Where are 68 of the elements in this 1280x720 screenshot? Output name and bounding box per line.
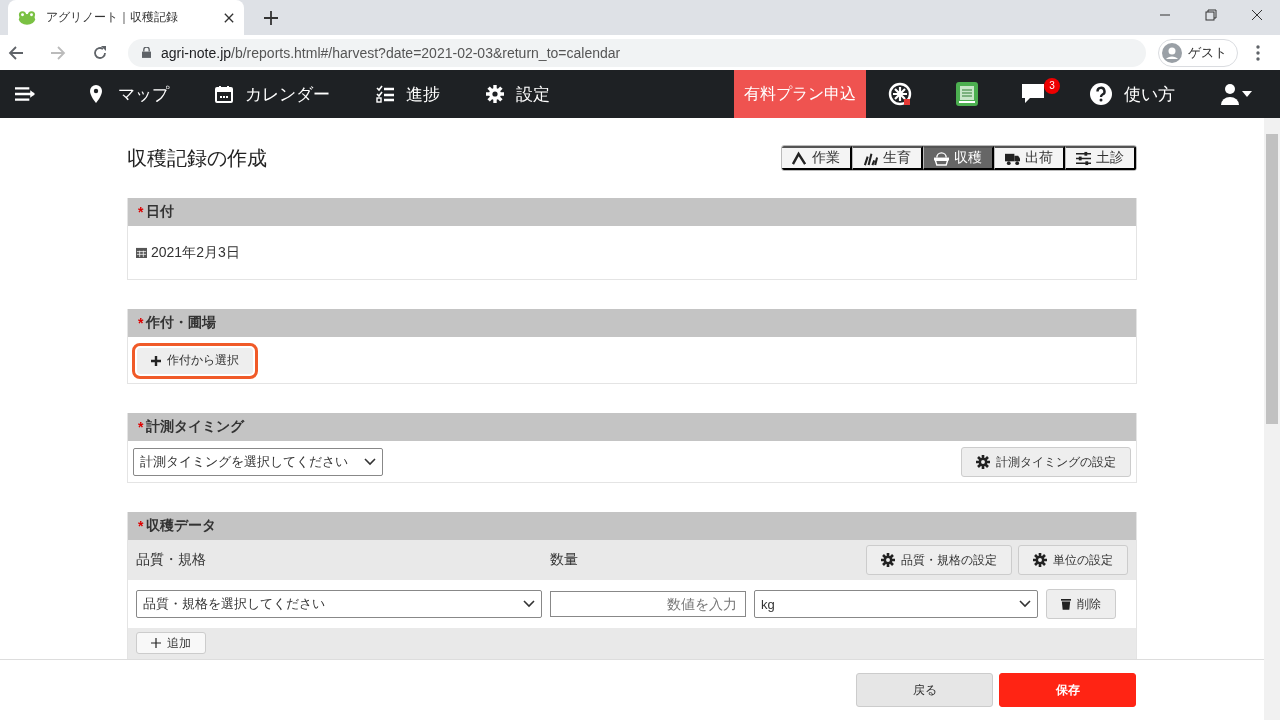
calendar-icon <box>136 247 147 258</box>
chevron-down-icon <box>364 458 376 466</box>
frog-icon <box>18 10 36 25</box>
date-value: 2021年2月3日 <box>151 243 240 262</box>
address-field[interactable]: agri-note.jp/b/reports.html#/harvest?date=2021-02-03&return_to=calendar <box>128 38 1146 67</box>
more-icon[interactable] <box>1256 44 1260 61</box>
nav-link[interactable]: マップ <box>64 70 191 118</box>
delete-button[interactable]: 削除 <box>1046 589 1116 619</box>
settings-button[interactable]: 単位の設定 <box>1018 545 1128 575</box>
settings-icon <box>486 85 504 103</box>
timing-settings-button[interactable]: 計測タイミングの設定 <box>961 447 1131 477</box>
nav-link[interactable]: カレンダー <box>191 70 352 118</box>
settings-icon <box>881 553 895 567</box>
add-button[interactable]: 追加 <box>136 632 206 654</box>
required-asterisk: * <box>138 419 144 435</box>
quantity-field[interactable]: 数値を入力 <box>550 591 746 617</box>
back-icon[interactable] <box>8 44 24 61</box>
required-asterisk: * <box>138 315 144 331</box>
help-icon <box>1090 83 1112 105</box>
dropdown[interactable]: 品質・規格を選択してください <box>136 590 542 618</box>
user-menu-icon[interactable] <box>1221 83 1253 105</box>
notification-badge: 3 <box>1044 78 1060 94</box>
tab-title: アグリノート｜収穫記録 <box>46 9 179 26</box>
required-asterisk: * <box>138 518 144 534</box>
nav-link[interactable]: 進捗 <box>352 70 462 118</box>
required-asterisk: * <box>138 204 144 220</box>
basket-icon <box>934 150 949 166</box>
chevron-down-icon <box>523 600 535 608</box>
menu-icon[interactable] <box>15 86 36 102</box>
close-icon[interactable] <box>224 12 234 23</box>
report-tab[interactable]: 土診 <box>1065 146 1136 170</box>
column-header: 品質・規格 <box>136 551 207 569</box>
save-button[interactable]: 保存 <box>999 673 1136 707</box>
dropdown[interactable]: kg <box>754 590 1038 618</box>
settings-icon <box>1033 553 1047 567</box>
plus-icon <box>151 355 161 366</box>
report-tab[interactable]: 生育 <box>852 146 923 170</box>
plus-icon <box>151 638 161 648</box>
chevron-down-icon <box>1019 600 1031 608</box>
book-icon[interactable] <box>956 82 978 106</box>
chat-icon[interactable] <box>1022 84 1044 104</box>
url-text: agri-note.jp/b/reports.html#/harvest?date=2021-02-03&return_to=calendar <box>161 44 621 61</box>
nav-link[interactable]: 設定 <box>462 70 572 118</box>
column-header: 数量 <box>550 551 579 569</box>
reload-icon[interactable] <box>92 44 108 61</box>
section-header: * 計測タイミング <box>128 413 1136 441</box>
scrollbar[interactable] <box>1264 118 1280 720</box>
dropdown[interactable]: 計測タイミングを選択してください <box>133 448 383 476</box>
help-link[interactable]: 使い方 <box>1066 70 1197 118</box>
back-button[interactable]: 戻る <box>856 673 993 707</box>
report-tab[interactable]: 収穫 <box>923 146 994 170</box>
sliders-icon <box>1076 150 1091 166</box>
section-header: * 収穫データ <box>128 512 1136 540</box>
checklist-icon <box>376 85 394 103</box>
section-header: * 日付 <box>128 198 1136 226</box>
report-tab[interactable]: 出荷 <box>994 146 1065 170</box>
browser-tab[interactable]: アグリノート｜収穫記録 <box>8 0 244 35</box>
section-header: * 作付・圃場 <box>128 309 1136 337</box>
settings-icon <box>976 455 990 469</box>
report-tab[interactable]: 作業 <box>782 146 852 170</box>
page-title: 収穫記録の作成 <box>127 145 268 171</box>
new-tab-icon[interactable] <box>264 11 278 25</box>
user-avatar-icon <box>1162 42 1182 63</box>
scrollbar-thumb[interactable] <box>1266 134 1278 424</box>
settings-button[interactable]: 品質・規格の設定 <box>866 545 1012 575</box>
lock-icon <box>142 47 151 58</box>
calendar-icon <box>215 85 233 103</box>
trash-icon <box>1061 598 1071 610</box>
